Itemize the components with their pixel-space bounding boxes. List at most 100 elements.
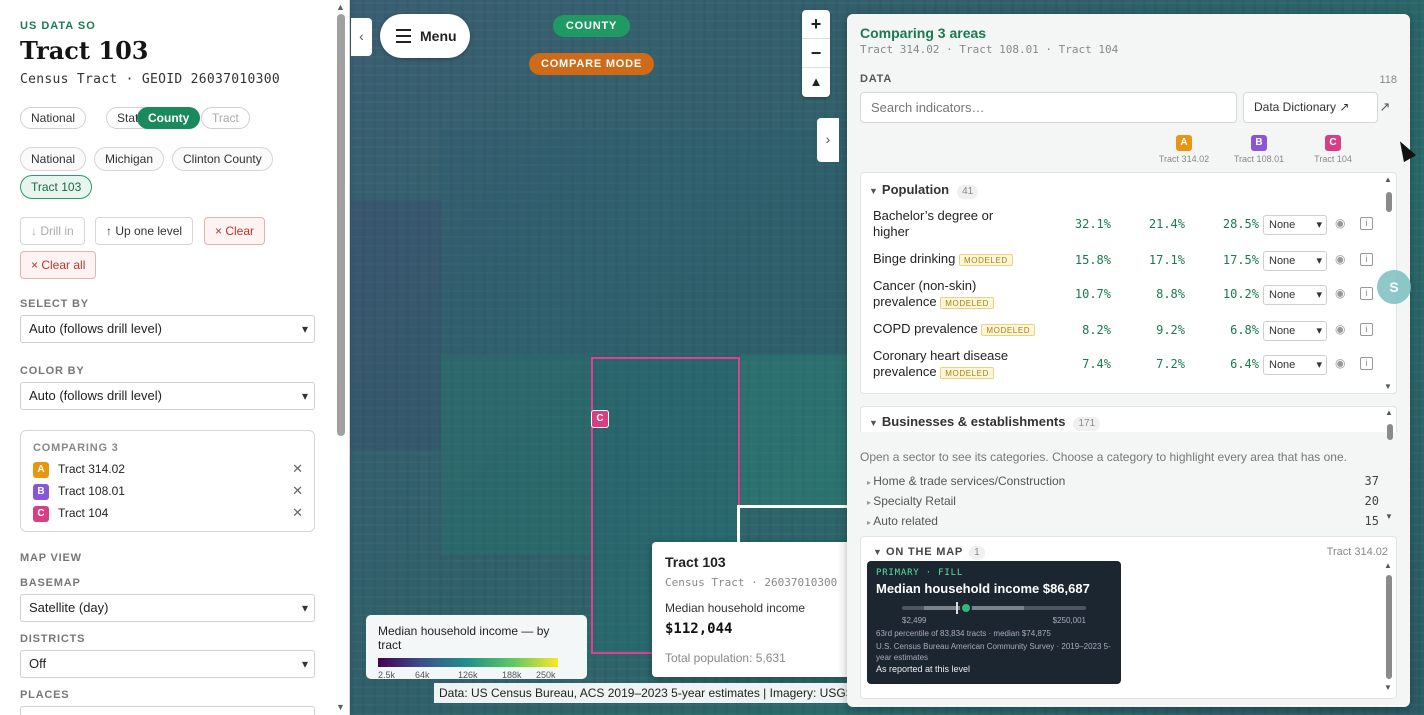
value-c: 17.5% [1222, 253, 1259, 267]
clear-all-button[interactable]: × Clear all [20, 251, 97, 279]
scroll-thumb[interactable] [1387, 424, 1393, 440]
scroll-thumb[interactable] [1386, 575, 1392, 679]
breadcrumb-county[interactable]: Clinton County [172, 147, 273, 171]
highlight-select[interactable]: None ▾ [1263, 285, 1327, 305]
compare-item-a: A Tract 314.02 ✕ [33, 461, 303, 479]
compare-item-name: Tract 314.02 [58, 462, 125, 476]
basemap-dropdown[interactable]: Satellite (day) ▾ [20, 594, 315, 622]
card-percentile: 63rd percentile of 83,834 tracts · media… [876, 629, 1051, 638]
scroll-down-icon[interactable]: ▼ [1384, 382, 1392, 391]
legend-tick: 126k [458, 670, 478, 680]
scroll-up-icon[interactable]: ▲ [1384, 561, 1392, 570]
info-icon[interactable]: i [1360, 217, 1373, 230]
page-subtitle: Census Tract · GEOID 26037010300 [20, 72, 281, 87]
search-input[interactable]: Search indicators… [860, 92, 1237, 123]
breadcrumb-national[interactable]: National [20, 147, 87, 171]
panel-title: Comparing 3 areas [860, 25, 987, 41]
highlight-select[interactable]: None ▾ [1263, 321, 1327, 341]
population-header[interactable]: ▼ Population 41 [869, 182, 979, 199]
eye-icon[interactable]: ◉ [1335, 356, 1345, 370]
info-icon[interactable]: i [1360, 253, 1373, 266]
percentile-band [924, 606, 1024, 610]
value-a: 8.2% [1082, 323, 1111, 337]
zoom-controls: + − ▲ [802, 10, 830, 97]
on-the-map-scrollbar[interactable]: ▲ ▼ [1384, 561, 1394, 695]
sidebar: US DATA SO Tract 103 Census Tract · GEOI… [0, 0, 350, 715]
indicator-row: Coronary heart disease prevalence MODELE… [873, 348, 1383, 383]
eye-icon[interactable]: ◉ [1335, 286, 1345, 300]
value-c: 10.2% [1222, 287, 1259, 301]
select-by-dropdown[interactable]: Auto (follows drill level) ▾ [20, 315, 315, 343]
scroll-thumb[interactable] [1386, 192, 1392, 212]
on-the-map-header[interactable]: ▼ ON THE MAP 1 [873, 546, 985, 560]
collapse-sidebar-button[interactable]: ‹ [351, 18, 372, 56]
value-c: 28.5% [1222, 217, 1259, 231]
sidebar-scrollbar[interactable]: ▲ ▼ [335, 0, 347, 715]
color-by-label: COLOR BY [20, 365, 85, 377]
indicator-label: COPD prevalence [873, 321, 978, 336]
column-b-header: B Tract 108.01 [1224, 134, 1294, 164]
close-icon[interactable]: ✕ [292, 505, 303, 521]
data-dictionary-button[interactable]: Data Dictionary ↗ [1243, 92, 1378, 123]
close-icon[interactable]: ✕ [292, 461, 303, 477]
scroll-down-icon[interactable]: ▼ [336, 702, 345, 712]
compass-icon[interactable]: ▲ [802, 68, 830, 97]
zoom-out-button[interactable]: − [802, 39, 830, 68]
business-category[interactable]: ▸ Auto related 15 [867, 514, 1379, 528]
menu-button[interactable]: Menu [380, 14, 470, 58]
chevron-left-icon: ‹ [359, 28, 364, 44]
level-county[interactable]: County [137, 107, 201, 129]
close-icon[interactable]: ✕ [292, 483, 303, 499]
districts-dropdown[interactable]: Off ▾ [20, 650, 315, 678]
open-external-icon[interactable]: ↗ [1371, 92, 1399, 123]
compare-mode-badge: COMPARE MODE [529, 53, 654, 75]
expand-panel-button[interactable]: › [817, 118, 839, 162]
business-category[interactable]: ▸ Specialty Retail 20 [867, 494, 1379, 508]
places-dropdown[interactable] [20, 706, 315, 715]
highlight-select[interactable]: None ▾ [1263, 215, 1327, 235]
map-region [351, 200, 441, 450]
legend-title: Median household income — by tract [378, 624, 550, 652]
scroll-thumb[interactable] [337, 14, 345, 436]
scroll-down-icon[interactable]: ▼ [1384, 683, 1392, 692]
highlight-select[interactable]: None ▾ [1263, 355, 1327, 375]
business-scrollbar[interactable]: ▲ ▼ [1385, 408, 1395, 524]
avatar[interactable]: S [1377, 270, 1411, 304]
drill-in-button[interactable]: ↓ Drill in [20, 217, 85, 245]
primary-layer-card[interactable]: PRIMARY · FILL Median household income $… [867, 561, 1121, 684]
scroll-down-icon[interactable]: ▼ [1385, 512, 1393, 521]
tract-c-marker[interactable]: C [591, 410, 609, 428]
card-kicker: PRIMARY · FILL [876, 568, 964, 578]
info-icon[interactable]: i [1360, 323, 1373, 336]
level-national[interactable]: National [20, 107, 87, 129]
color-by-dropdown[interactable]: Auto (follows drill level) ▾ [20, 382, 315, 410]
business-header[interactable]: ▼ Businesses & establishments 171 [869, 414, 1101, 431]
up-one-level-button[interactable]: ↑ Up one level [95, 217, 194, 245]
category-count: 20 [1364, 494, 1379, 508]
highlight-select[interactable]: None ▾ [1263, 251, 1327, 271]
eye-icon[interactable]: ◉ [1335, 216, 1345, 230]
chevron-down-icon: ▾ [301, 601, 308, 615]
popup-population: Total population: 5,631 [665, 651, 786, 665]
page-title: Tract 103 [20, 36, 149, 65]
value-b: 9.2% [1156, 323, 1185, 337]
scroll-up-icon[interactable]: ▲ [336, 2, 345, 12]
scroll-up-icon[interactable]: ▲ [1384, 175, 1392, 184]
eye-icon[interactable]: ◉ [1335, 252, 1345, 266]
level-tract[interactable]: Tract [201, 107, 250, 129]
info-icon[interactable]: i [1360, 357, 1373, 370]
breadcrumb-michigan[interactable]: Michigan [94, 147, 165, 171]
section-count: 41 [957, 185, 979, 199]
compare-item-name: Tract 108.01 [58, 484, 125, 498]
eye-icon[interactable]: ◉ [1335, 322, 1345, 336]
places-label: PLACES [20, 689, 70, 701]
clear-button[interactable]: × Clear [204, 217, 266, 245]
value-b: 17.1% [1148, 253, 1185, 267]
scroll-up-icon[interactable]: ▲ [1385, 408, 1393, 417]
zoom-in-button[interactable]: + [802, 10, 830, 39]
value-c: 6.4% [1230, 357, 1259, 371]
info-icon[interactable]: i [1360, 287, 1373, 300]
business-category[interactable]: ▸ Home & trade services/Construction 37 [867, 474, 1379, 488]
breadcrumb-tract[interactable]: Tract 103 [20, 175, 93, 199]
value-a: 7.4% [1082, 357, 1111, 371]
